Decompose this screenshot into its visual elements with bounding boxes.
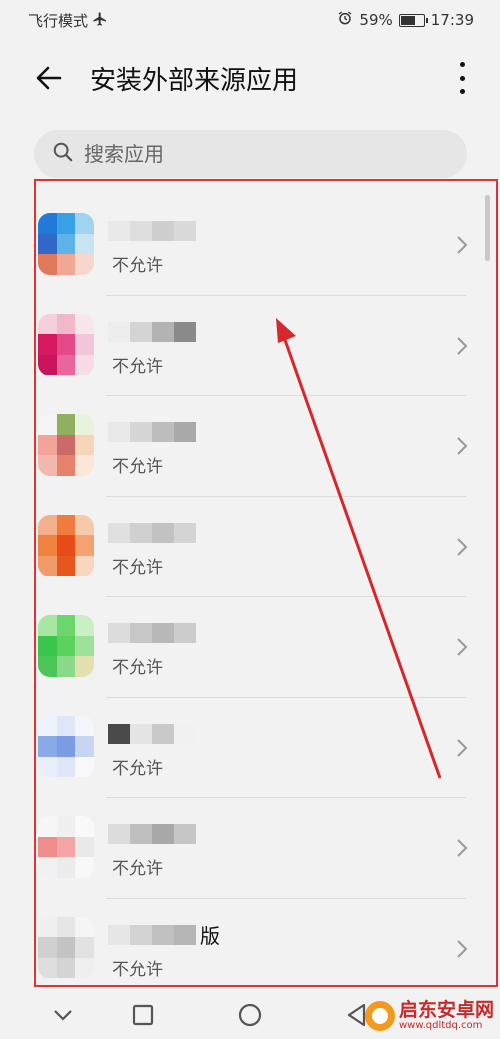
watermark-name: 启东安卓网	[398, 998, 494, 1021]
recent-apps-icon[interactable]	[128, 1000, 158, 1030]
app-permission-status: 不允许	[112, 758, 163, 779]
home-icon[interactable]	[235, 1000, 265, 1030]
battery-icon	[398, 13, 428, 27]
app-icon	[38, 414, 94, 476]
app-name-text: 版	[200, 924, 220, 948]
app-permission-status: 不允许	[112, 356, 163, 377]
app-icon	[38, 816, 94, 878]
app-name-redacted	[108, 314, 200, 350]
airplane-icon	[92, 11, 108, 31]
app-name-redacted	[108, 615, 200, 651]
app-permission-status: 不允许	[112, 959, 163, 980]
app-permission-status: 不允许	[112, 859, 163, 879]
alarm-icon	[337, 10, 353, 30]
app-name-redacted	[108, 213, 200, 249]
chevron-right-icon	[454, 937, 470, 961]
watermark-logo-icon	[364, 1000, 395, 1031]
app-list-item[interactable]: 不允许	[36, 396, 496, 497]
app-name-redacted	[108, 414, 200, 450]
app-permission-status: 不允许	[112, 457, 163, 477]
chevron-right-icon	[454, 334, 470, 358]
search-icon	[52, 141, 74, 167]
app-list-item[interactable]: 不允许	[36, 296, 496, 396]
clock: 17:39	[430, 11, 474, 29]
app-permission-status: 不允许	[112, 658, 163, 678]
app-permission-status: 不允许	[112, 557, 163, 578]
status-bar: 飞行模式 59% 17:39	[0, 0, 500, 38]
watermark: 启东安卓网 www.qdltdq.com	[364, 998, 494, 1031]
app-list-item[interactable]: 不允许	[36, 698, 496, 798]
app-list-item[interactable]: 不允许	[36, 497, 496, 597]
chevron-right-icon	[454, 736, 470, 760]
search-input[interactable]	[84, 142, 384, 166]
battery-percent: 59%	[359, 11, 393, 29]
app-bar: 安装外部来源应用	[0, 48, 500, 108]
collapse-chevron-icon[interactable]	[48, 1000, 78, 1030]
app-list-item[interactable]: 不允许	[36, 195, 496, 296]
chevron-right-icon	[454, 233, 470, 257]
chevron-right-icon	[454, 434, 470, 458]
app-permission-status: 不允许	[112, 256, 163, 276]
app-list-item[interactable]: 版不允许	[36, 899, 496, 986]
app-list-item[interactable]: 不允许	[36, 798, 496, 899]
app-list-highlight: 不允许 不允许 不允许 不允许 不允许 不允许 不允许版不允许	[34, 179, 498, 987]
app-list-item[interactable]: 不允许	[36, 597, 496, 698]
app-name-redacted: 版	[108, 917, 220, 953]
chevron-right-icon	[454, 535, 470, 559]
app-icon	[38, 615, 94, 677]
search-bar[interactable]	[34, 130, 467, 178]
chevron-right-icon	[454, 635, 470, 659]
app-icon	[38, 313, 94, 376]
watermark-url: www.qdltdq.com	[398, 1019, 483, 1031]
page-title: 安装外部来源应用	[90, 66, 299, 96]
chevron-right-icon	[454, 836, 470, 860]
app-list: 不允许 不允许 不允许 不允许 不允许 不允许 不允许版不允许	[36, 195, 496, 986]
app-name-redacted	[108, 716, 200, 752]
back-arrow-icon[interactable]	[32, 61, 66, 95]
airplane-mode-label: 飞行模式	[28, 12, 89, 30]
scrollbar[interactable]	[485, 195, 490, 261]
app-icon	[38, 213, 94, 275]
app-name-redacted	[108, 816, 200, 852]
app-icon	[38, 916, 94, 979]
app-icon	[38, 715, 94, 778]
app-name-redacted	[108, 515, 200, 551]
more-options-icon[interactable]	[454, 60, 470, 96]
app-icon	[38, 514, 94, 577]
